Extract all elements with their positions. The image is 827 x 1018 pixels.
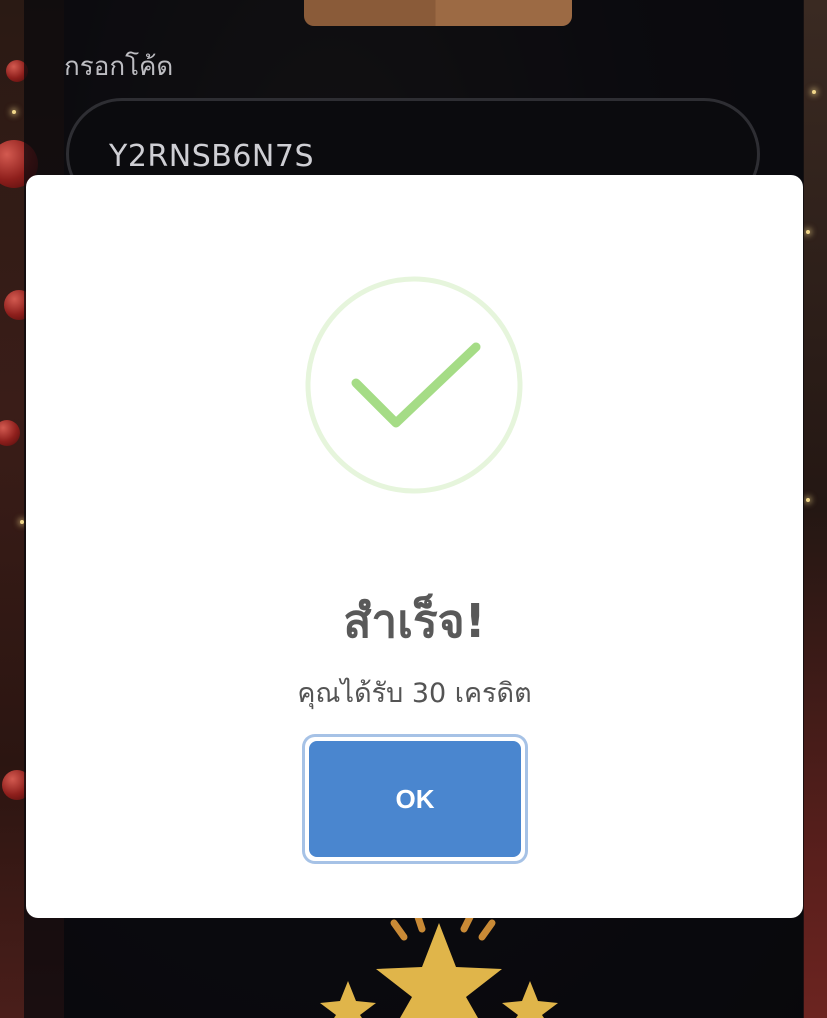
success-dialog: สำเร็จ! คุณได้รับ 30 เครดิต OK: [26, 175, 803, 918]
dialog-message: คุณได้รับ 30 เครดิต: [297, 678, 532, 709]
light-sparkle: [12, 110, 16, 114]
ok-button-focus-ring: OK: [305, 737, 525, 861]
code-label: กรอกโค้ด: [64, 52, 174, 82]
light-sparkle: [806, 498, 810, 502]
light-sparkle: [812, 90, 816, 94]
light-sparkle: [806, 230, 810, 234]
top-action-button[interactable]: [304, 0, 572, 26]
ok-button[interactable]: OK: [309, 741, 521, 857]
stars-decoration-icon: [320, 915, 558, 1018]
dialog-title: สำเร็จ!: [343, 594, 486, 648]
success-check-icon: [305, 276, 523, 494]
gift-box-decoration: [803, 0, 827, 1018]
code-input-value: Y2RNSB6N7S: [109, 139, 314, 174]
